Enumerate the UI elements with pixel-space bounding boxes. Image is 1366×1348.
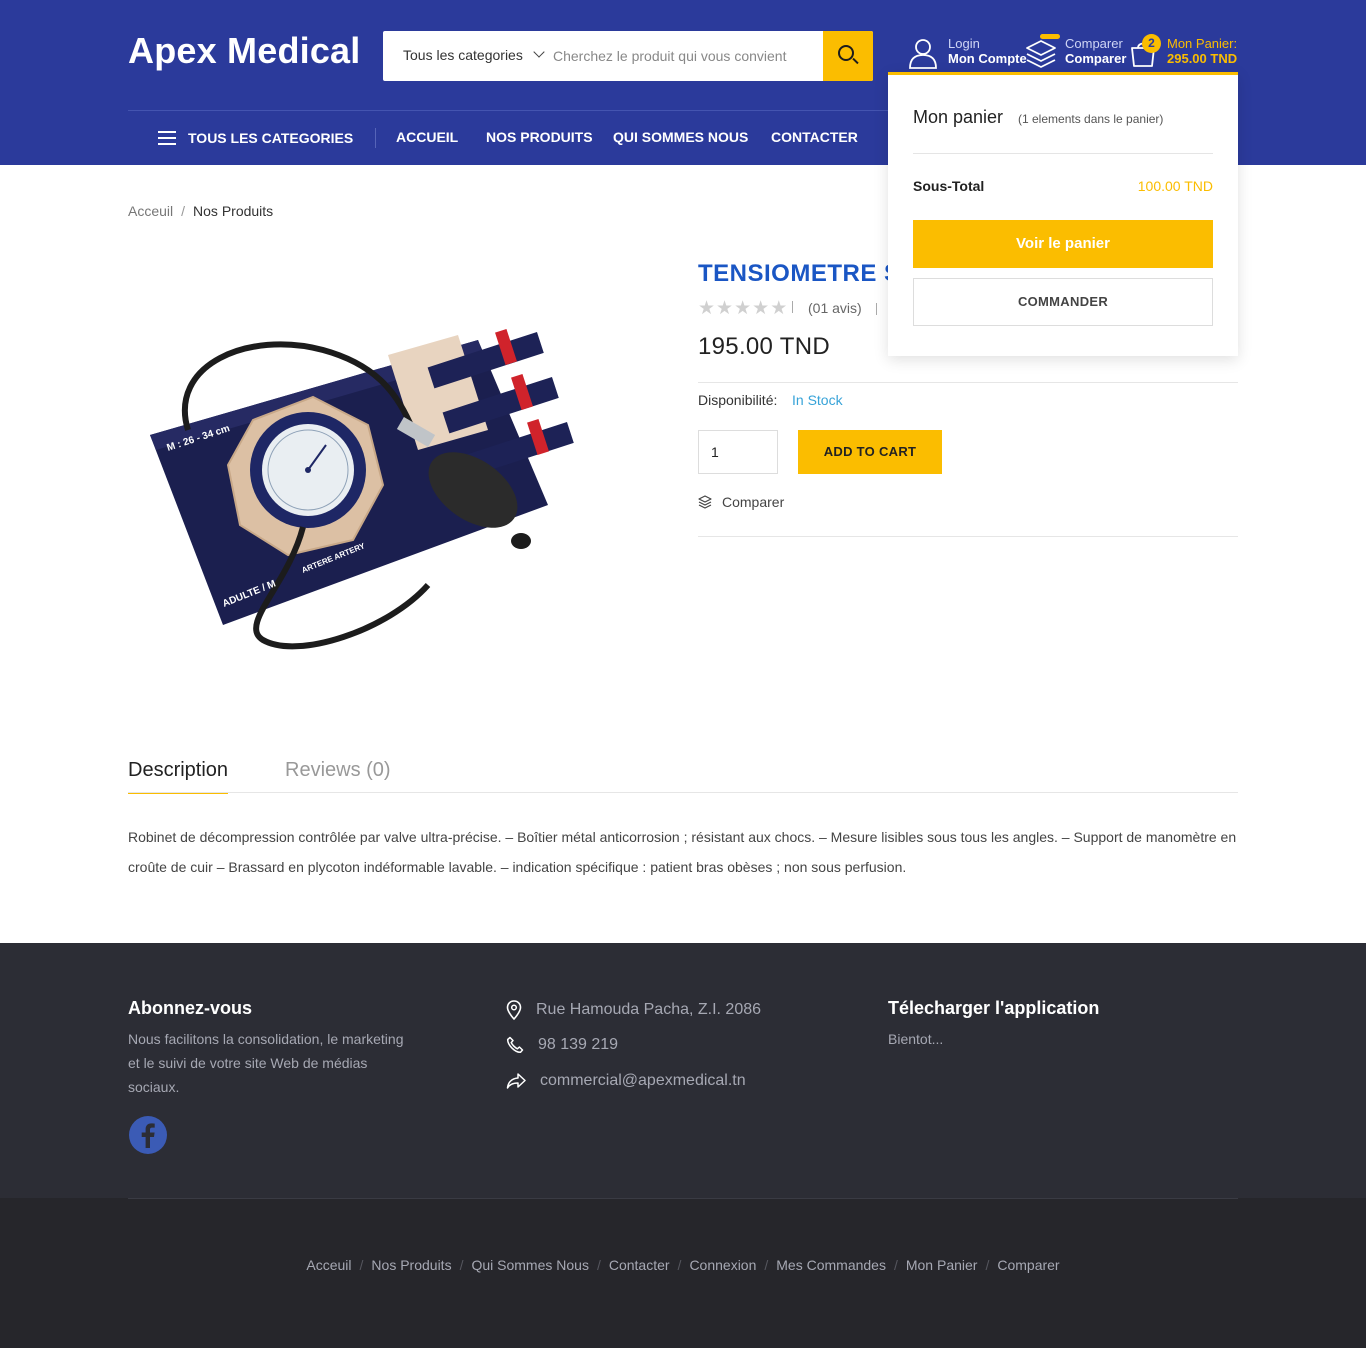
- link-separator: /: [359, 1257, 364, 1273]
- star-icon: ★: [698, 298, 716, 319]
- app-text: Bientot...: [888, 1031, 944, 1047]
- cart-count-badge: 2: [1142, 34, 1161, 53]
- footer-link[interactable]: Mes Commandes: [776, 1257, 886, 1273]
- subtotal-label: Sous-Total: [913, 178, 985, 194]
- cart-dropdown: Mon panier (1 elements dans le panier) S…: [888, 72, 1238, 356]
- category-select[interactable]: Tous les categories: [403, 47, 523, 63]
- subtotal-value: 100.00 TND: [1137, 178, 1213, 194]
- cart-link[interactable]: Mon Panier: 295.00 TND: [1167, 36, 1237, 66]
- site-logo[interactable]: Apex Medical: [128, 30, 360, 72]
- search-input[interactable]: [553, 31, 823, 81]
- product-price: 195.00 TND: [698, 333, 830, 360]
- link-separator: /: [893, 1257, 898, 1273]
- star-icon: ★: [770, 298, 788, 319]
- layers-icon[interactable]: [1024, 36, 1058, 70]
- all-categories-menu[interactable]: TOUS LES CATEGORIES: [158, 130, 353, 146]
- footer-link[interactable]: Connexion: [689, 1257, 756, 1273]
- facebook-icon[interactable]: [128, 1115, 168, 1155]
- availability-label: Disponibilité:: [698, 392, 778, 408]
- subscribe-text: Nous facilitons la consolidation, le mar…: [128, 1031, 404, 1095]
- link-separator: /: [459, 1257, 464, 1273]
- availability-status: In Stock: [792, 392, 843, 408]
- product-description: Robinet de décompression contrôlée par v…: [128, 829, 1237, 875]
- footer-links: Acceuil / Nos Produits / Qui Sommes Nous / Con…: [0, 1257, 1366, 1273]
- nav-accueil[interactable]: ACCUEIL: [396, 129, 458, 145]
- account-label: Mon Compte: [948, 51, 1027, 66]
- footer-link[interactable]: Acceuil: [306, 1257, 351, 1273]
- hamburger-icon: [158, 131, 176, 145]
- footer-link[interactable]: Contacter: [609, 1257, 670, 1273]
- cart-dropdown-title: Mon panier: [913, 107, 1004, 127]
- footer-bottom: [0, 1198, 1366, 1348]
- star-icon: ★: [716, 298, 734, 319]
- footer-link[interactable]: Qui Sommes Nous: [471, 1257, 588, 1273]
- subscribe-title: Abonnez-vous: [128, 998, 252, 1018]
- tab-reviews[interactable]: Reviews (0): [285, 759, 391, 782]
- compare-link-product[interactable]: Comparer: [698, 494, 784, 510]
- footer-address: Rue Hamouda Pacha, Z.I. 2086: [506, 1000, 761, 1020]
- add-to-cart-button[interactable]: ADD TO CART: [798, 430, 942, 474]
- phone-icon: [506, 1036, 524, 1054]
- app-title: Télecharger l'application: [888, 998, 1100, 1018]
- map-pin-icon: [506, 1000, 522, 1020]
- compare-link[interactable]: Comparer Comparer: [1065, 36, 1126, 66]
- footer-link[interactable]: Mon Panier: [906, 1257, 978, 1273]
- footer-email[interactable]: commercial@apexmedical.tn: [506, 1072, 746, 1090]
- nav-nos-produits[interactable]: NOS PRODUITS: [486, 129, 593, 145]
- review-count[interactable]: (01 avis): [808, 300, 862, 316]
- footer-link[interactable]: Nos Produits: [371, 1257, 451, 1273]
- link-separator: /: [596, 1257, 601, 1273]
- footer-link[interactable]: Comparer: [997, 1257, 1059, 1273]
- search-bar: Tous les categories: [383, 31, 873, 81]
- checkout-button[interactable]: COMMANDER: [913, 278, 1213, 326]
- chevron-down-icon[interactable]: [533, 46, 545, 58]
- link-separator: /: [764, 1257, 769, 1273]
- star-icon: ★: [734, 298, 752, 319]
- quantity-input[interactable]: [698, 430, 778, 474]
- search-button[interactable]: [823, 31, 873, 81]
- link-separator: /: [677, 1257, 682, 1273]
- nav-contacter[interactable]: CONTACTER: [771, 129, 858, 145]
- star-icon: ★: [752, 298, 770, 319]
- share-icon: [506, 1073, 526, 1089]
- nav-qui-sommes-nous[interactable]: QUI SOMMES NOUS: [613, 129, 748, 145]
- product-image[interactable]: M : 26 - 34 cm ADULTE / M ARTERE ARTERY: [128, 255, 588, 715]
- rating-stars[interactable]: ★ ★ ★ ★ ★: [698, 299, 787, 319]
- breadcrumb-home[interactable]: Acceuil: [128, 203, 173, 219]
- user-icon[interactable]: [906, 36, 940, 70]
- tab-description[interactable]: Description: [128, 759, 229, 794]
- layers-icon: [698, 495, 712, 509]
- view-cart-button[interactable]: Voir le panier: [913, 220, 1213, 268]
- link-separator: /: [985, 1257, 990, 1273]
- breadcrumb: Acceuil / Nos Produits: [128, 203, 274, 219]
- footer-phone[interactable]: 98 139 219: [506, 1036, 618, 1054]
- breadcrumb-current: Nos Produits: [193, 203, 274, 219]
- login-label: Login: [948, 36, 980, 51]
- account-link[interactable]: Login Mon Compte: [948, 36, 1027, 66]
- cart-item-count: (1 elements dans le panier): [1018, 112, 1164, 126]
- product-title: TENSIOMETRE SI: [698, 260, 888, 287]
